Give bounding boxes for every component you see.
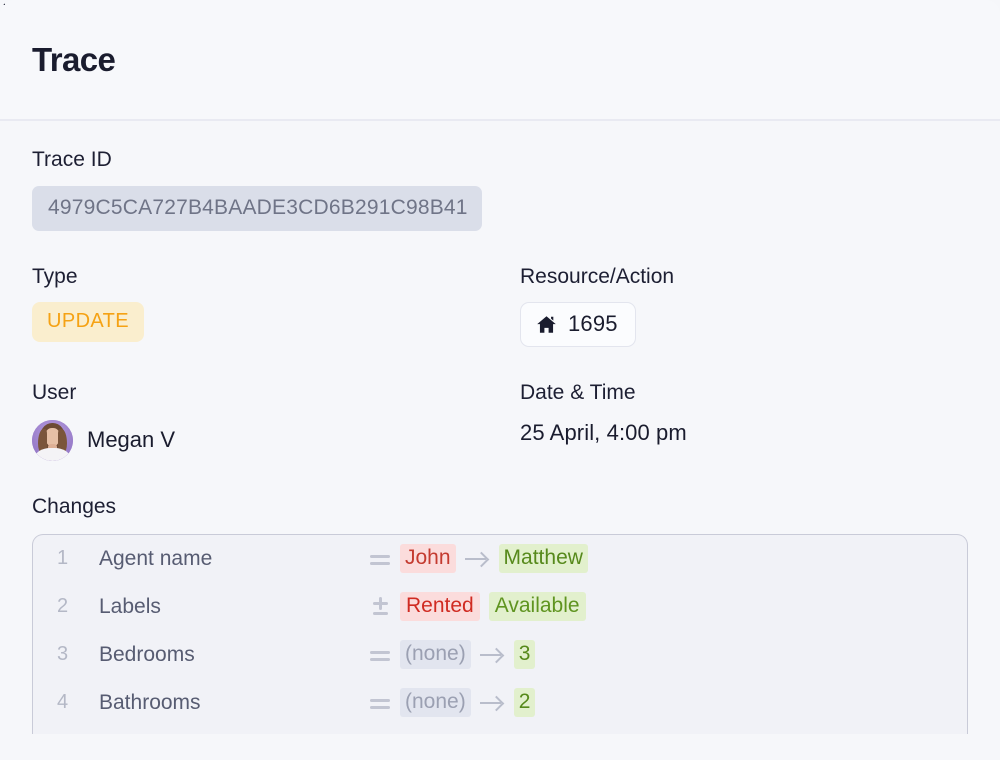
old-value: Rented — [400, 592, 480, 622]
row-values: Rented Available — [369, 592, 586, 622]
changes-table: 1 Agent name John Matthew 2 Labels Rented Avail… — [32, 533, 968, 734]
resource-action-label: Resource/Action — [520, 265, 675, 289]
row-number: 1 — [57, 547, 69, 570]
new-value: 3 — [513, 640, 536, 670]
row-number: 2 — [57, 595, 69, 618]
trace-id-label: Trace ID — [32, 148, 112, 171]
equals-icon — [369, 548, 391, 570]
arrow-right-icon — [479, 646, 505, 664]
trace-id-group: Trace ID 4979C5CA727B4BAADE3CD6B291C98B4… — [32, 147, 968, 232]
user-group: User Megan V — [32, 380, 520, 461]
row-values: (none) 2 — [369, 688, 536, 718]
table-row[interactable]: 3 Bedrooms (none) 3 — [33, 631, 967, 679]
type-label: Type — [32, 265, 78, 289]
trace-id-value[interactable]: 4979C5CA727B4BAADE3CD6B291C98B41 — [32, 186, 482, 232]
datetime-label: Date & Time — [520, 381, 636, 405]
panel-body: Trace ID 4979C5CA727B4BAADE3CD6B291C98B4… — [0, 121, 1000, 734]
page-title: Trace — [32, 40, 116, 78]
old-value: (none) — [400, 640, 471, 670]
new-value: Available — [488, 592, 586, 622]
arrow-right-icon — [479, 694, 505, 712]
arrow-right-icon — [464, 550, 490, 568]
new-value: 2 — [513, 688, 536, 718]
row-number: 4 — [57, 691, 69, 714]
resource-chip[interactable]: 1695 — [520, 302, 636, 348]
old-value: (none) — [400, 688, 471, 718]
type-group: Type UPDATE — [32, 264, 520, 347]
table-row[interactable]: 2 Labels Rented Available — [33, 583, 967, 631]
equals-icon — [369, 692, 391, 714]
table-row[interactable]: 4 Bathrooms (none) 2 — [33, 679, 967, 727]
new-value: Matthew — [498, 544, 588, 574]
type-resource-row: Type UPDATE Resource/Action 1695 — [32, 264, 968, 348]
row-values: John Matthew — [369, 544, 588, 574]
row-number: 3 — [57, 643, 69, 666]
datetime-value: 25 April, 4:00 pm — [520, 419, 687, 445]
plus-minus-icon — [369, 596, 391, 618]
changes-group: Changes 1 Agent name John Matthew 2 Labels Ren… — [32, 494, 968, 734]
row-field-name: Bedrooms — [99, 642, 195, 666]
status-badge: UPDATE — [32, 302, 145, 343]
house-icon — [536, 314, 557, 335]
user-label: User — [32, 381, 77, 405]
row-field-name: Labels — [99, 594, 161, 618]
equals-icon — [369, 644, 391, 666]
row-field-name: Agent name — [99, 546, 213, 570]
avatar — [32, 419, 73, 461]
user-name: Megan V — [87, 427, 176, 453]
panel-corner-mark — [0, 0, 5, 5]
panel-header: Trace — [0, 0, 1000, 121]
user-row[interactable]: Megan V — [32, 419, 520, 461]
user-datetime-row: User Megan V Date & Time 25 April, 4:00 … — [32, 380, 968, 461]
old-value: John — [400, 544, 456, 574]
datetime-group: Date & Time 25 April, 4:00 pm — [520, 380, 968, 460]
table-row[interactable]: 1 Agent name John Matthew — [33, 535, 967, 583]
trace-detail-panel: Trace Trace ID 4979C5CA727B4BAADE3CD6B29… — [0, 0, 1000, 760]
resource-group: Resource/Action 1695 — [520, 264, 968, 348]
row-values: (none) 3 — [369, 640, 536, 670]
resource-value: 1695 — [568, 311, 618, 337]
row-field-name: Bathrooms — [99, 690, 201, 714]
changes-label: Changes — [32, 494, 117, 518]
